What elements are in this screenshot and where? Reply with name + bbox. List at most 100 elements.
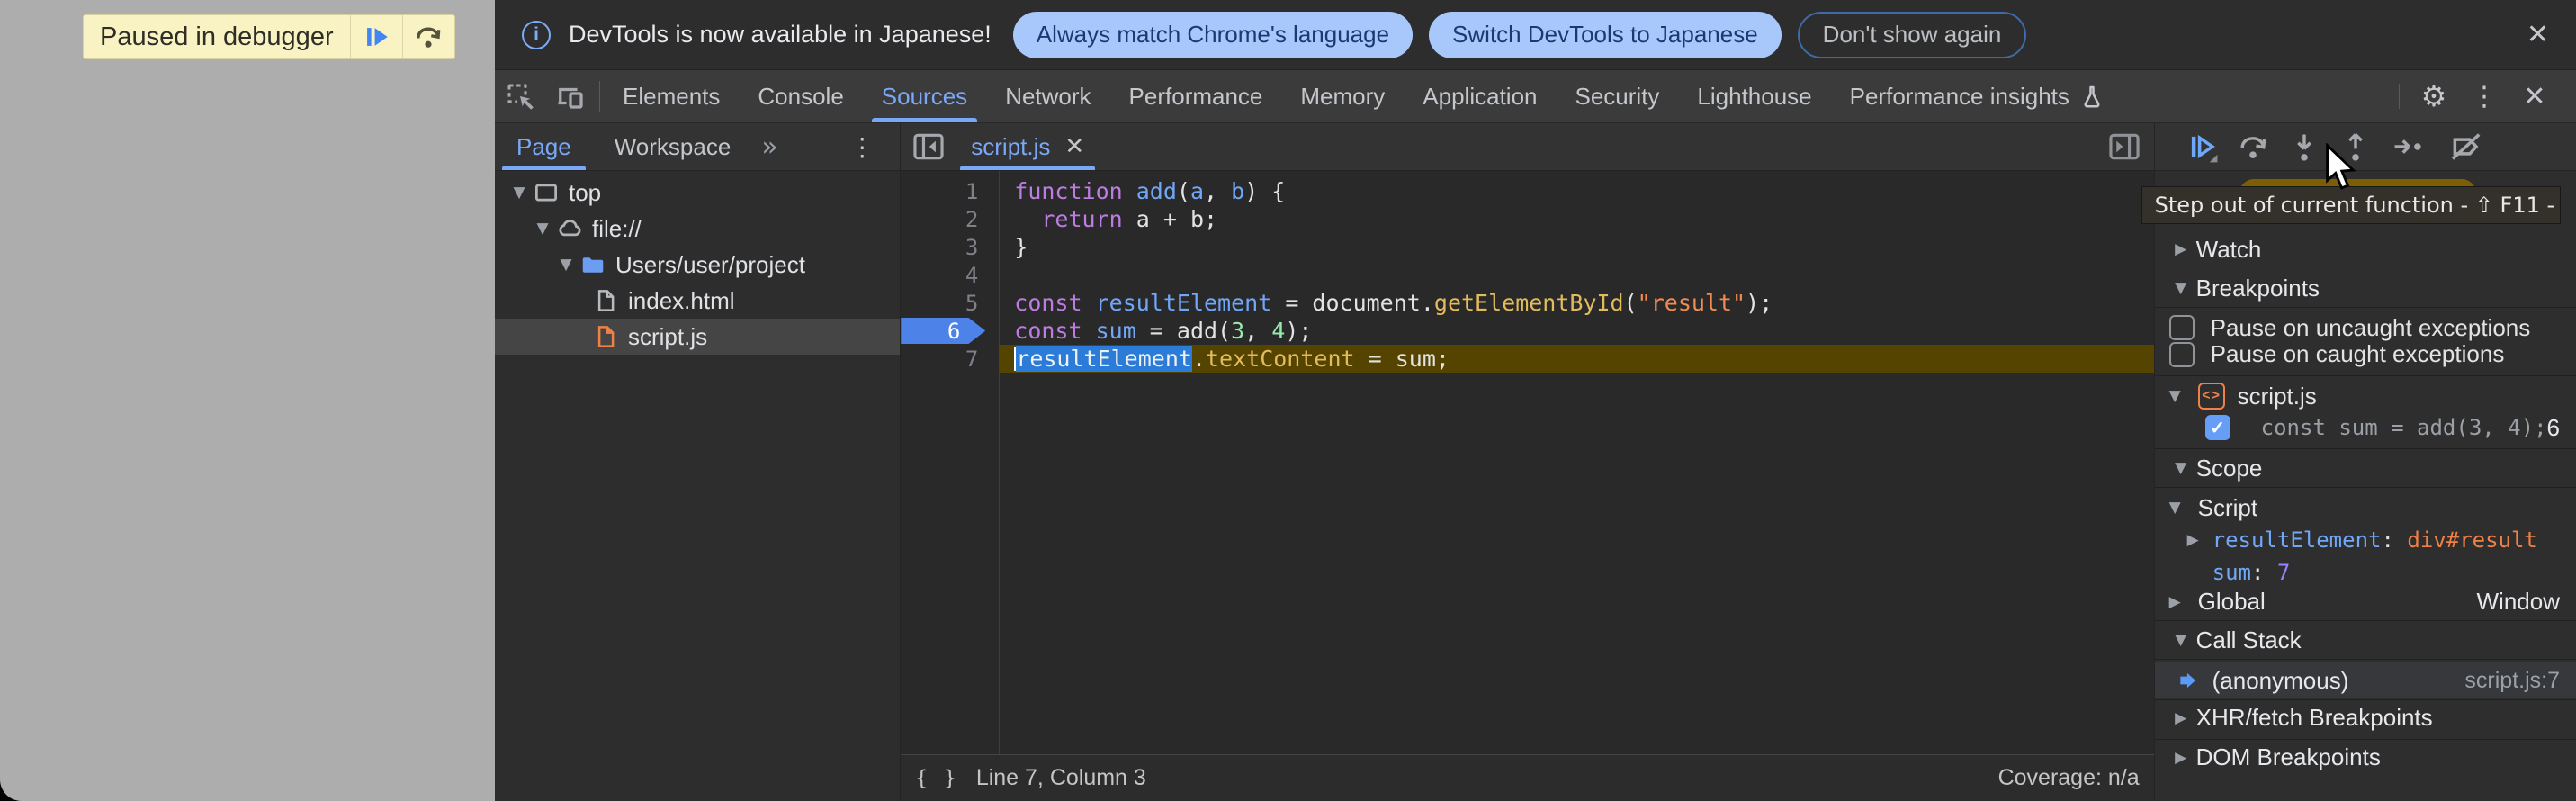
line-number[interactable]: 4 xyxy=(901,261,999,289)
code-token: = sum; xyxy=(1355,346,1450,372)
step-over-banner-button[interactable] xyxy=(402,15,454,58)
call-stack-frame[interactable]: (anonymous) script.js:7 xyxy=(2155,662,2576,698)
scope-section-header[interactable]: ▼ Scope xyxy=(2155,449,2576,488)
paused-in-debugger-banner: Paused in debugger xyxy=(83,14,455,59)
tree-item-top[interactable]: ▼ top xyxy=(495,175,900,211)
code-line-content[interactable]: const resultElement = document.getElemen… xyxy=(999,289,2153,317)
code-line-content[interactable]: } xyxy=(999,233,2153,261)
watch-section-header[interactable]: ▶ Watch xyxy=(2155,230,2576,269)
code-token: . xyxy=(1192,346,1206,372)
code-token: b xyxy=(1231,178,1244,204)
close-devtools-icon[interactable]: ✕ xyxy=(2509,81,2560,112)
code-line-4[interactable]: 4 xyxy=(901,261,2153,289)
infobar-close-icon[interactable]: ✕ xyxy=(2521,19,2554,50)
pause-caught-exceptions-row[interactable]: Pause on caught exceptions xyxy=(2155,344,2576,376)
toggle-device-toolbar-button[interactable] xyxy=(545,70,596,122)
breakpoint-line-number: 6 xyxy=(2547,414,2560,442)
code-line-content[interactable]: function add(a, b) { xyxy=(999,177,2153,205)
dom-breakpoints-section-header[interactable]: ▶ DOM Breakpoints xyxy=(2155,739,2576,775)
line-number[interactable]: 1 xyxy=(901,177,999,205)
code-line-6[interactable]: 6 const sum = add(3, 4); xyxy=(901,317,2153,345)
tree-item-project-folder[interactable]: ▼ Users/user/project xyxy=(495,247,900,283)
kebab-menu-icon[interactable]: ⋮ xyxy=(2459,81,2509,112)
code-token: resultElement xyxy=(1016,346,1192,372)
xhr-breakpoints-section-header[interactable]: ▶ XHR/fetch Breakpoints xyxy=(2155,699,2576,735)
breakpoint-marker[interactable]: 6 xyxy=(901,318,985,344)
line-number[interactable]: 2 xyxy=(901,205,999,233)
step-over-button[interactable] xyxy=(2228,123,2279,170)
expand-arrow-icon: ▼ xyxy=(560,256,571,274)
resume-script-execution-button[interactable] xyxy=(2177,123,2228,170)
inspect-element-button[interactable] xyxy=(495,70,545,122)
code-token: a + b; xyxy=(1123,206,1217,232)
scope-var-resultelement[interactable]: ▶ resultElement: div#result xyxy=(2155,524,2576,556)
call-stack-section-header[interactable]: ▼ Call Stack xyxy=(2155,621,2576,660)
tree-item-script-js[interactable]: script.js xyxy=(495,319,900,355)
breakpoint-gutter[interactable]: 6 xyxy=(901,317,999,345)
tab-security[interactable]: Security xyxy=(1557,70,1679,122)
tab-network[interactable]: Network xyxy=(986,70,1109,122)
line-number[interactable]: 5 xyxy=(901,289,999,317)
code-line-content[interactable]: const sum = add(3, 4); xyxy=(999,317,2153,345)
scope-global-group[interactable]: ▶ Global Window xyxy=(2155,589,2576,621)
code-line-5[interactable]: 5const resultElement = document.getEleme… xyxy=(901,289,2153,317)
code-editor[interactable]: 1function add(a, b) {2 return a + b;3}45… xyxy=(901,171,2153,754)
code-line-content[interactable]: resultElement.textContent = sum; xyxy=(999,345,2153,373)
breakpoint-file-group[interactable]: ▼ <> script.js xyxy=(2155,376,2576,416)
toggle-debugger-sidebar-icon[interactable] xyxy=(2095,123,2154,170)
close-tab-icon[interactable]: ✕ xyxy=(1064,133,1084,160)
tab-performance[interactable]: Performance xyxy=(1110,70,1282,122)
breakpoints-section-header[interactable]: ▼ Breakpoints xyxy=(2155,269,2576,308)
breakpoint-checkbox[interactable]: ✓ xyxy=(2205,415,2230,440)
tree-item-file-protocol[interactable]: ▼ file:// xyxy=(495,211,900,247)
settings-gear-icon[interactable]: ⚙ xyxy=(2409,79,2459,113)
tab-performance-insights[interactable]: Performance insights xyxy=(1831,70,2124,122)
code-line-7[interactable]: 7resultElement.textContent = sum; xyxy=(901,345,2153,373)
resume-script-button[interactable] xyxy=(350,15,402,58)
breakpoint-entry-row[interactable]: ✓ const sum = add(3, 4); 6 xyxy=(2155,416,2576,449)
tab-console[interactable]: Console xyxy=(739,70,862,122)
deactivate-breakpoints-button[interactable] xyxy=(2441,123,2492,170)
tab-elements[interactable]: Elements xyxy=(604,70,739,122)
tab-application[interactable]: Application xyxy=(1404,70,1556,122)
code-line-1[interactable]: 1function add(a, b) { xyxy=(901,177,2153,205)
step-into-button[interactable] xyxy=(2279,123,2330,170)
devtools-window: i DevTools is now available in Japanese!… xyxy=(495,0,2576,801)
code-line-content[interactable] xyxy=(999,261,2153,289)
pause-uncaught-exceptions-row[interactable]: Pause on uncaught exceptions xyxy=(2155,311,2576,344)
line-number[interactable]: 3 xyxy=(901,233,999,261)
step-over-icon xyxy=(412,21,444,53)
tab-lighthouse[interactable]: Lighthouse xyxy=(1678,70,1830,122)
web-page-area: Paused in debugger xyxy=(0,0,495,801)
code-line-2[interactable]: 2 return a + b; xyxy=(901,205,2153,233)
line-number[interactable]: 7 xyxy=(901,345,999,373)
navigator-kebab-icon[interactable]: ⋮ xyxy=(840,123,900,170)
tree-item-index-html[interactable]: index.html xyxy=(495,283,900,319)
breakpoint-code: const sum = add(3, 4); xyxy=(2261,415,2547,440)
editor-pane: script.js ✕ 1function add(a, b) xyxy=(901,123,2153,801)
step-button[interactable] xyxy=(2382,123,2433,170)
navigator-tabs: Page Workspace » ⋮ xyxy=(495,123,900,171)
editor-tab-script-js[interactable]: script.js ✕ xyxy=(955,123,1100,170)
code-token: , xyxy=(1204,178,1231,204)
scope-var-sum[interactable]: sum: 7 xyxy=(2155,556,2576,589)
tab-memory[interactable]: Memory xyxy=(1281,70,1404,122)
switch-to-japanese-button[interactable]: Switch DevTools to Japanese xyxy=(1429,12,1782,58)
navigator-tab-page[interactable]: Page xyxy=(495,123,593,170)
pause-uncaught-checkbox[interactable] xyxy=(2169,315,2195,340)
always-match-language-button[interactable]: Always match Chrome's language xyxy=(1013,12,1413,58)
tab-sources[interactable]: Sources xyxy=(863,70,986,122)
more-tabs-chevrons-icon[interactable]: » xyxy=(752,123,786,170)
pause-caught-checkbox[interactable] xyxy=(2169,342,2195,367)
dont-show-again-button[interactable]: Don't show again xyxy=(1798,12,2027,58)
scope-script-group[interactable]: ▼ Script xyxy=(2155,491,2576,524)
navigator-tab-workspace[interactable]: Workspace xyxy=(593,123,753,170)
language-infobar: i DevTools is now available in Japanese!… xyxy=(495,0,2576,70)
code-line-3[interactable]: 3} xyxy=(901,233,2153,261)
navigator-active-underline xyxy=(502,166,586,170)
collapse-navigator-icon[interactable] xyxy=(901,123,955,170)
pretty-print-icon[interactable]: { } xyxy=(915,767,958,790)
code-token: add xyxy=(1136,178,1177,204)
code-line-content[interactable]: return a + b; xyxy=(999,205,2153,233)
code-token: 4 xyxy=(1271,318,1285,344)
